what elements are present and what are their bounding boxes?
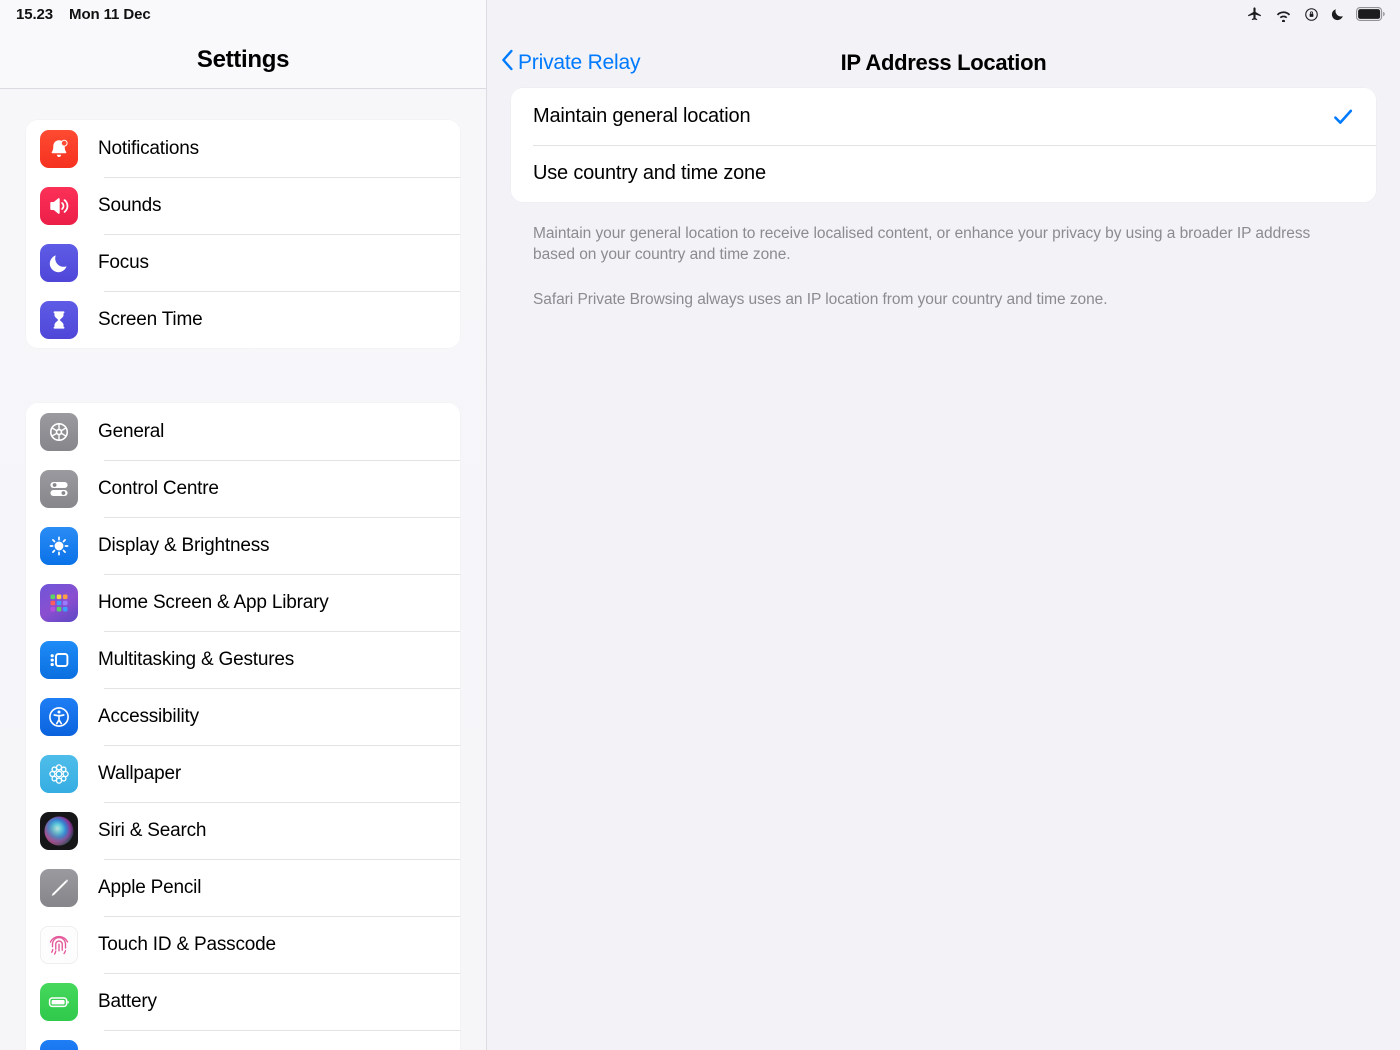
sidebar-item-label: Multitasking & Gestures (98, 648, 295, 670)
sidebar-item-control-centre[interactable]: Control Centre (26, 460, 460, 517)
sidebar-item-sounds[interactable]: Sounds (26, 177, 460, 234)
sidebar-item-label: Sounds (98, 194, 162, 216)
sidebar-item-label: General (98, 420, 165, 442)
control-centre-sliders-icon (40, 469, 78, 508)
sidebar-item-home-screen[interactable]: Home Screen & App Library (26, 574, 460, 631)
footnote-secondary: Safari Private Browsing always uses an I… (533, 290, 1108, 308)
settings-sidebar[interactable]: Settings Notifications Sounds Focus Scre… (0, 0, 487, 1050)
touch-id-fingerprint-icon (40, 925, 78, 964)
sidebar-item-general[interactable]: General (26, 403, 460, 460)
option-label: Use country and time zone (533, 162, 766, 184)
sidebar-item-apple-pencil[interactable]: Apple Pencil (26, 859, 460, 916)
multitasking-gestures-icon (40, 640, 78, 679)
sidebar-item-screen-time[interactable]: Screen Time (26, 291, 460, 348)
ipad-settings-screen: 15.23 Mon 11 Dec Settings Notifications … (0, 0, 1400, 1050)
detail-navigation-bar: Private Relay IP Address Location (487, 0, 1400, 88)
sidebar-item-display-brightness[interactable]: Display & Brightness (26, 517, 460, 574)
sidebar-item-wallpaper[interactable]: Wallpaper (26, 745, 460, 802)
sidebar-item-label: Control Centre (98, 477, 219, 499)
sidebar-item-label: Screen Time (98, 308, 203, 330)
ip-location-options-card: Maintain general location Use country an… (511, 88, 1376, 202)
sidebar-item-accessibility[interactable]: Accessibility (26, 688, 460, 745)
sidebar-item-privacy-security[interactable]: Privacy & Security (26, 1030, 460, 1050)
sidebar-item-battery[interactable]: Battery (26, 973, 460, 1030)
screen-time-hourglass-icon (40, 300, 78, 339)
sidebar-group-system: General Control Centre Display & Brightn… (26, 403, 460, 1050)
option-label: Maintain general location (533, 105, 751, 127)
detail-pane: Private Relay IP Address Location Mainta… (487, 0, 1400, 1050)
sidebar-item-label: Battery (98, 990, 157, 1012)
sidebar-item-notifications[interactable]: Notifications (26, 120, 460, 177)
privacy-security-hand-icon (40, 1039, 78, 1050)
back-button-label: Private Relay (518, 50, 641, 74)
option-maintain-general-location[interactable]: Maintain general location (511, 88, 1376, 145)
notifications-bell-icon (40, 129, 78, 168)
sidebar-item-label: Notifications (98, 137, 199, 159)
sidebar-group-alerts: Notifications Sounds Focus Screen Time (26, 120, 460, 348)
footnote-primary: Maintain your general location to receiv… (533, 225, 1311, 263)
sidebar-item-label: Wallpaper (98, 762, 182, 784)
apple-pencil-icon (40, 868, 78, 907)
sidebar-item-multitasking[interactable]: Multitasking & Gestures (26, 631, 460, 688)
option-use-country-and-time-zone[interactable]: Use country and time zone (511, 145, 1376, 202)
sounds-speaker-icon (40, 186, 78, 225)
general-gear-icon (40, 412, 78, 451)
home-screen-grid-icon (40, 583, 78, 622)
sidebar-item-touch-id-passcode[interactable]: Touch ID & Passcode (26, 916, 460, 973)
sidebar-item-label: Apple Pencil (98, 876, 202, 898)
chevron-left-icon (501, 49, 514, 76)
sidebar-item-label: Accessibility (98, 705, 199, 727)
siri-orb-icon (40, 811, 78, 850)
wallpaper-flower-icon (40, 754, 78, 793)
sidebar-item-label: Home Screen & App Library (98, 591, 329, 613)
accessibility-person-icon (40, 697, 78, 736)
sidebar-header: Settings (0, 0, 486, 88)
sidebar-item-label: Touch ID & Passcode (98, 933, 276, 955)
focus-moon-icon (40, 243, 78, 282)
detail-body: Maintain general location Use country an… (487, 88, 1400, 311)
battery-green-icon (40, 982, 78, 1021)
page-title: Settings (196, 46, 290, 73)
sidebar-item-focus[interactable]: Focus (26, 234, 460, 291)
sidebar-item-label: Display & Brightness (98, 534, 270, 556)
display-brightness-sun-icon (40, 526, 78, 565)
sidebar-item-label: Focus (98, 251, 149, 273)
checkmark-icon (1332, 106, 1354, 128)
sidebar-item-siri-search[interactable]: Siri & Search (26, 802, 460, 859)
sidebar-scroll-area[interactable]: Notifications Sounds Focus Screen Time G… (0, 89, 486, 1050)
back-button[interactable]: Private Relay (501, 49, 640, 76)
sidebar-item-label: Siri & Search (98, 819, 207, 841)
